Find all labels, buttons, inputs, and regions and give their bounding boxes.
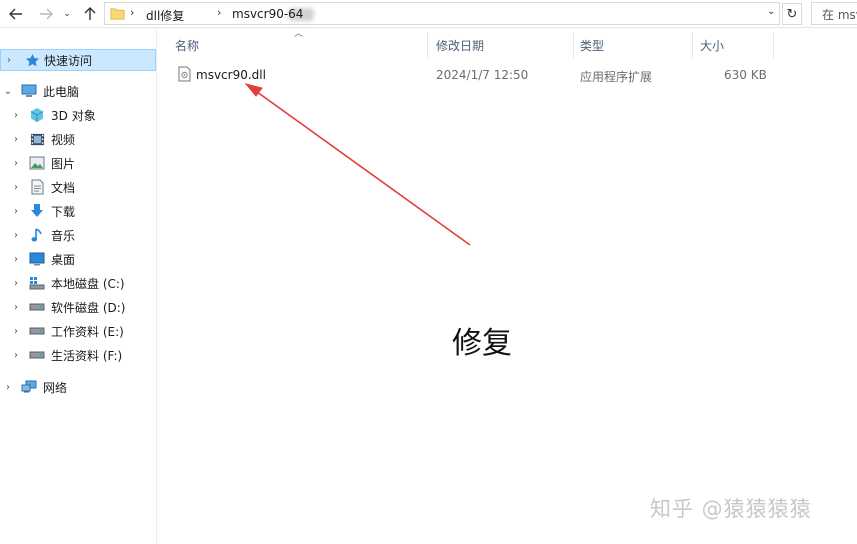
- file-type: 应用程序扩展: [580, 70, 653, 84]
- chevron-down-icon[interactable]: ⌄: [3, 86, 13, 97]
- nav-drive-c[interactable]: › 本地磁盘 (C:): [0, 272, 156, 294]
- pane-divider[interactable]: [156, 28, 157, 544]
- refresh-button[interactable]: ↻: [782, 3, 802, 25]
- address-bar[interactable]: › dll修复 › msvcr90-64 ⌄: [104, 2, 780, 25]
- breadcrumb-separator-icon: ›: [217, 6, 222, 19]
- chevron-right-icon[interactable]: ›: [11, 110, 21, 121]
- star-icon: [24, 52, 40, 68]
- nav-label: 本地磁盘 (C:): [51, 276, 125, 291]
- recent-locations-button[interactable]: ⌄: [60, 4, 74, 24]
- breadcrumb-msvcr90-64[interactable]: msvcr90-64: [232, 7, 303, 21]
- nav-drive-d[interactable]: › 软件磁盘 (D:): [0, 296, 156, 318]
- breadcrumb-separator-icon: ›: [130, 6, 135, 19]
- search-input[interactable]: 在 msvcr90-64 中搜索: [811, 2, 857, 25]
- column-separator[interactable]: [573, 32, 574, 58]
- column-separator[interactable]: [427, 32, 428, 58]
- watermark: 知乎 @猿猿猿猿: [650, 497, 812, 521]
- nav-downloads[interactable]: › 下载: [0, 200, 156, 222]
- column-header-type[interactable]: 类型: [580, 32, 690, 58]
- folder-icon: [110, 8, 125, 20]
- navigation-pane: › 快速访问 ⌄ 此电脑 › 3D 对象 › 视频 › 图片 › 文档 › 下载…: [0, 28, 156, 544]
- computer-icon: [21, 83, 37, 99]
- nav-3d-objects[interactable]: › 3D 对象: [0, 104, 156, 126]
- annotation-text: 修复: [452, 326, 512, 361]
- chevron-right-icon[interactable]: ›: [11, 206, 21, 217]
- chevron-right-icon[interactable]: ›: [11, 158, 21, 169]
- up-button[interactable]: [80, 4, 100, 24]
- nav-drive-e[interactable]: › 工作资料 (E:): [0, 320, 156, 342]
- drive-icon: [29, 347, 45, 363]
- nav-label: 文档: [51, 180, 76, 195]
- column-separator[interactable]: [692, 32, 693, 58]
- downloads-icon: [29, 203, 45, 219]
- nav-label: 音乐: [51, 228, 76, 243]
- back-button[interactable]: [6, 4, 26, 24]
- dll-file-icon: [178, 66, 191, 82]
- nav-videos[interactable]: › 视频: [0, 128, 156, 150]
- nav-desktop[interactable]: › 桌面: [0, 248, 156, 270]
- chevron-right-icon[interactable]: ›: [3, 382, 13, 393]
- address-toolbar: ⌄ › dll修复 › msvcr90-64 ⌄ ↻ 在 msvcr90-64 …: [0, 0, 857, 28]
- video-icon: [29, 131, 45, 147]
- file-name[interactable]: msvcr90.dll: [196, 68, 266, 82]
- address-dropdown-icon[interactable]: ⌄: [767, 6, 775, 17]
- file-modified: 2024/1/7 12:50: [436, 68, 529, 82]
- desktop-icon: [29, 251, 45, 267]
- pictures-icon: [29, 155, 45, 171]
- nav-pictures[interactable]: › 图片: [0, 152, 156, 174]
- arrow-right-icon: [40, 8, 53, 20]
- nav-label: 生活资料 (F:): [51, 348, 123, 363]
- drive-icon: [29, 323, 45, 339]
- nav-label: 下载: [51, 204, 76, 219]
- column-header-size[interactable]: 大小: [700, 32, 770, 58]
- column-header-modified[interactable]: 修改日期: [436, 32, 571, 58]
- chevron-right-icon[interactable]: ›: [11, 350, 21, 361]
- nav-label: 桌面: [51, 252, 76, 267]
- nav-this-pc[interactable]: ⌄ 此电脑: [0, 80, 156, 102]
- chevron-right-icon[interactable]: ›: [11, 254, 21, 265]
- network-icon: [21, 379, 37, 395]
- column-header-name[interactable]: 名称: [175, 32, 425, 58]
- nav-label: 软件磁盘 (D:): [51, 300, 126, 315]
- 3d-objects-icon: [29, 107, 45, 123]
- chevron-right-icon[interactable]: ›: [11, 278, 21, 289]
- nav-label: 网络: [43, 380, 68, 395]
- chevron-right-icon[interactable]: ›: [11, 230, 21, 241]
- nav-quick-access[interactable]: › 快速访问: [0, 49, 156, 71]
- nav-label: 3D 对象: [51, 108, 96, 123]
- drive-icon: [29, 299, 45, 315]
- file-size: 630 KB: [724, 68, 767, 82]
- nav-label: 视频: [51, 132, 76, 147]
- chevron-right-icon[interactable]: ›: [11, 134, 21, 145]
- chevron-down-icon: ⌄: [63, 9, 71, 19]
- forward-button[interactable]: [36, 4, 56, 24]
- chevron-right-icon[interactable]: ›: [11, 326, 21, 337]
- arrow-left-icon: [9, 8, 22, 20]
- nav-documents[interactable]: › 文档: [0, 176, 156, 198]
- arrow-up-icon: [84, 7, 96, 20]
- nav-label: 图片: [51, 156, 76, 171]
- column-separator[interactable]: [773, 32, 774, 58]
- nav-label: 工作资料 (E:): [51, 324, 124, 339]
- nav-label: 此电脑: [43, 84, 80, 99]
- nav-drive-f[interactable]: › 生活资料 (F:): [0, 344, 156, 366]
- nav-music[interactable]: › 音乐: [0, 224, 156, 246]
- refresh-icon: ↻: [786, 6, 798, 22]
- chevron-right-icon[interactable]: ›: [11, 182, 21, 193]
- file-row[interactable]: msvcr90.dll 2024/1/7 12:50 应用程序扩展 630 KB: [174, 64, 774, 86]
- chevron-right-icon[interactable]: ›: [4, 55, 14, 66]
- chevron-right-icon[interactable]: ›: [11, 302, 21, 313]
- breadcrumb-dll-repair[interactable]: dll修复: [146, 7, 184, 24]
- documents-icon: [29, 179, 45, 195]
- music-icon: [29, 227, 45, 243]
- nav-network[interactable]: › 网络: [0, 376, 156, 398]
- system-drive-icon: [29, 275, 45, 291]
- nav-label: 快速访问: [44, 53, 93, 68]
